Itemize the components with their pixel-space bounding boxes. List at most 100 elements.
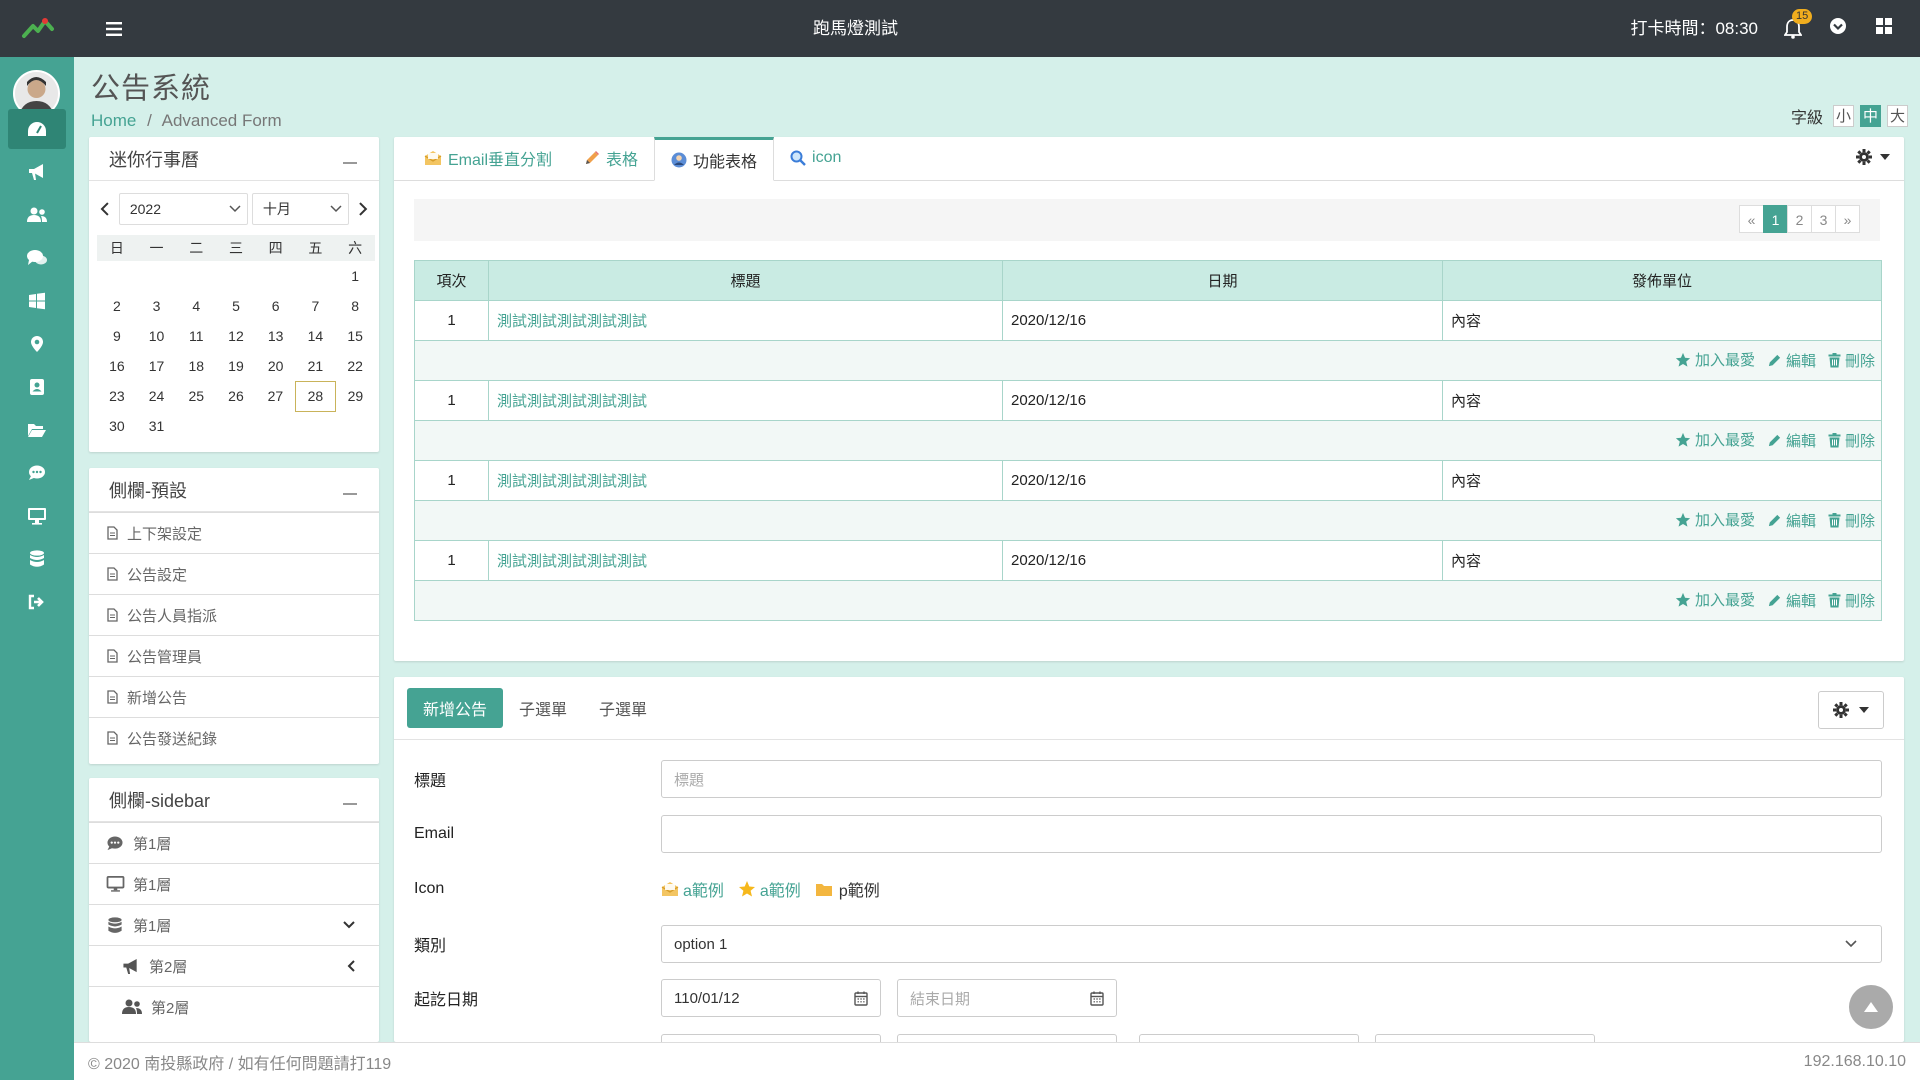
edit-button[interactable]: 編輯 xyxy=(1767,430,1816,451)
tab-feature-table[interactable]: 功能表格 xyxy=(654,137,775,181)
calendar-day[interactable]: 29 xyxy=(335,381,375,411)
pagination-page[interactable]: 2 xyxy=(1787,205,1812,233)
submenu-button[interactable]: 子選單 xyxy=(503,696,583,720)
start-date-input[interactable]: 110/01/12 xyxy=(661,979,881,1017)
email-input[interactable] xyxy=(661,815,1882,853)
chevron-left-icon[interactable] xyxy=(97,200,115,218)
sidebar-level1-item[interactable]: 第1層 xyxy=(89,822,379,863)
calendar-day[interactable]: 20 xyxy=(256,351,296,381)
edit-button[interactable]: 編輯 xyxy=(1767,510,1816,531)
pagination-page[interactable]: 3 xyxy=(1811,205,1836,233)
preset-item[interactable]: 公告設定 xyxy=(89,553,379,594)
sidebar-level1-item[interactable]: 第1層 xyxy=(89,863,379,904)
delete-button[interactable]: 刪除 xyxy=(1828,510,1875,531)
collapse-icon[interactable] xyxy=(343,492,357,495)
sidebar-location[interactable] xyxy=(8,324,66,364)
calendar-day[interactable]: 15 xyxy=(335,321,375,351)
sidebar-announcements[interactable] xyxy=(8,152,66,192)
calendar-day[interactable]: 13 xyxy=(256,321,296,351)
sidebar-comments[interactable] xyxy=(8,238,66,278)
tab-email-split[interactable]: Email垂直分割 xyxy=(408,136,568,180)
calendar-day[interactable]: 30 xyxy=(97,411,137,441)
pagination-next[interactable]: » xyxy=(1835,205,1860,233)
preset-item[interactable]: 上下架設定 xyxy=(89,512,379,553)
calendar-day[interactable]: 9 xyxy=(97,321,137,351)
calendar-day[interactable]: 19 xyxy=(216,351,256,381)
add-favorite-button[interactable]: 加入最愛 xyxy=(1675,589,1755,610)
pagination-prev[interactable]: « xyxy=(1739,205,1764,233)
icon-example-link[interactable]: a範例 xyxy=(738,877,801,901)
sidebar-files[interactable] xyxy=(8,410,66,450)
row-title-link[interactable]: 測試測試測試測試測試 xyxy=(497,553,647,570)
calendar-day[interactable]: 18 xyxy=(176,351,216,381)
preset-item[interactable]: 公告管理員 xyxy=(89,635,379,676)
year-select[interactable]: 2022 xyxy=(118,193,248,225)
user-menu-button[interactable] xyxy=(1829,17,1851,39)
tab-table[interactable]: 表格 xyxy=(568,136,654,180)
font-size-medium-button[interactable]: 中 xyxy=(1860,105,1881,127)
category-select[interactable]: option 1 xyxy=(661,925,1882,963)
extra-input[interactable] xyxy=(661,1034,881,1042)
calendar-day[interactable]: 7 xyxy=(296,291,336,321)
back-to-top-button[interactable] xyxy=(1849,985,1893,1029)
add-favorite-button[interactable]: 加入最愛 xyxy=(1675,349,1755,370)
sidebar-messages[interactable] xyxy=(8,453,66,493)
edit-button[interactable]: 編輯 xyxy=(1767,350,1816,371)
delete-button[interactable]: 刪除 xyxy=(1828,590,1875,611)
calendar-day[interactable]: 22 xyxy=(335,351,375,381)
calendar-day[interactable]: 24 xyxy=(137,381,177,411)
sidebar-database[interactable] xyxy=(8,539,66,579)
delete-button[interactable]: 刪除 xyxy=(1828,430,1875,451)
tab-icon[interactable]: icon xyxy=(774,136,857,180)
sidebar-level2-item[interactable]: 第2層 xyxy=(89,986,379,1027)
calendar-day[interactable]: 2 xyxy=(97,291,137,321)
calendar-day[interactable]: 25 xyxy=(176,381,216,411)
extra-input[interactable] xyxy=(1375,1034,1595,1042)
sidebar-display[interactable] xyxy=(8,496,66,536)
calendar-day[interactable]: 11 xyxy=(176,321,216,351)
calendar-day[interactable]: 3 xyxy=(137,291,177,321)
extra-input[interactable] xyxy=(897,1034,1117,1042)
sidebar-contacts[interactable] xyxy=(8,367,66,407)
calendar-day[interactable]: 16 xyxy=(97,351,137,381)
calendar-day[interactable]: 5 xyxy=(216,291,256,321)
calendar-day[interactable]: 26 xyxy=(216,381,256,411)
calendar-day[interactable]: 8 xyxy=(335,291,375,321)
new-announcement-button[interactable]: 新增公告 xyxy=(407,688,504,728)
preset-item[interactable]: 新增公告 xyxy=(89,676,379,717)
calendar-day[interactable]: 23 xyxy=(97,381,137,411)
row-title-link[interactable]: 測試測試測試測試測試 xyxy=(497,313,647,330)
calendar-day[interactable]: 4 xyxy=(176,291,216,321)
apps-button[interactable] xyxy=(1876,18,1898,40)
calendar-day[interactable]: 27 xyxy=(256,381,296,411)
month-select[interactable]: 十月 xyxy=(251,193,350,225)
delete-button[interactable]: 刪除 xyxy=(1828,350,1875,371)
sidebar-users[interactable] xyxy=(8,195,66,235)
collapse-icon[interactable] xyxy=(343,802,357,805)
chevron-right-icon[interactable] xyxy=(353,200,371,218)
submenu-button[interactable]: 子選單 xyxy=(583,696,663,720)
calendar-day[interactable]: 14 xyxy=(296,321,336,351)
title-input[interactable]: 標題 xyxy=(661,760,1882,798)
icon-example-link[interactable]: a範例 xyxy=(661,877,724,901)
add-favorite-button[interactable]: 加入最愛 xyxy=(1675,429,1755,450)
settings-dropdown[interactable] xyxy=(1856,149,1890,165)
sidebar-level1-item-expandable[interactable]: 第1層 xyxy=(89,904,379,945)
breadcrumb-home-link[interactable]: Home xyxy=(91,111,136,130)
row-title-link[interactable]: 測試測試測試測試測試 xyxy=(497,393,647,410)
preset-item[interactable]: 公告人員指派 xyxy=(89,594,379,635)
preset-item[interactable]: 公告發送紀錄 xyxy=(89,717,379,758)
calendar-day[interactable]: 6 xyxy=(256,291,296,321)
pagination-page[interactable]: 1 xyxy=(1763,205,1788,233)
add-favorite-button[interactable]: 加入最愛 xyxy=(1675,509,1755,530)
extra-input[interactable] xyxy=(1139,1034,1359,1042)
collapse-icon[interactable] xyxy=(343,161,357,164)
calendar-day[interactable]: 1 xyxy=(335,261,375,291)
edit-button[interactable]: 編輯 xyxy=(1767,590,1816,611)
end-date-input[interactable]: 結束日期 xyxy=(897,979,1117,1017)
font-size-large-button[interactable]: 大 xyxy=(1887,105,1908,127)
font-size-small-button[interactable]: 小 xyxy=(1833,105,1854,127)
calendar-day[interactable]: 12 xyxy=(216,321,256,351)
sidebar-dashboard[interactable] xyxy=(8,109,66,149)
calendar-day[interactable]: 17 xyxy=(137,351,177,381)
